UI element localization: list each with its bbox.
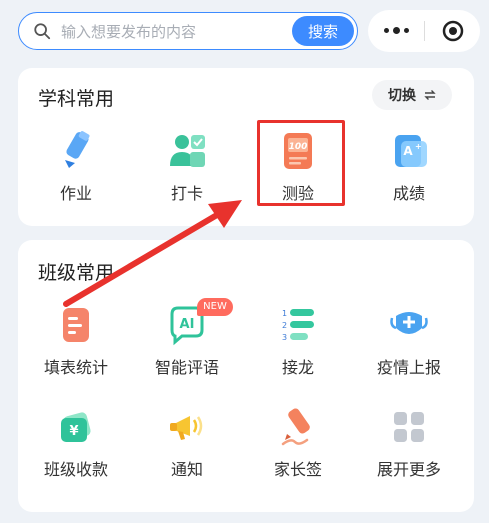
switch-button[interactable]: 切换 (372, 80, 452, 110)
class-item-payment[interactable]: ¥ 班级收款 (26, 406, 126, 480)
switch-label: 切换 (388, 88, 416, 104)
grid-more-icon (394, 412, 424, 442)
svg-text:2: 2 (282, 321, 287, 330)
subject-item-homework[interactable]: 作业 (26, 130, 126, 204)
subject-item-label: 成绩 (392, 184, 425, 203)
svg-text:1: 1 (282, 309, 287, 318)
class-item-ai-comment[interactable]: AI 智能评语 NEW (137, 298, 237, 378)
class-item-relay[interactable]: 1 2 3 接龙 (248, 304, 348, 378)
class-item-label: 家长签 (273, 460, 322, 479)
svg-text:+: + (415, 142, 422, 151)
close-target-icon[interactable] (425, 20, 480, 42)
class-item-parent-sign[interactable]: 家长签 (248, 406, 348, 480)
subject-item-label: 作业 (59, 184, 92, 203)
top-bar: 输入想要发布的内容 搜索 (0, 0, 489, 60)
form-icon (63, 308, 89, 342)
subject-common-card: 学科常用 切换 作业 打卡 100 测验 A + 成绩 (18, 68, 474, 226)
class-item-notice[interactable]: 通知 (137, 406, 237, 480)
signature-pen-icon (281, 408, 310, 446)
class-item-label: 展开更多 (376, 460, 441, 479)
class-section-title: 班级常用 (38, 262, 115, 284)
svg-text:3: 3 (282, 333, 287, 342)
checkin-user-icon (170, 135, 205, 167)
search-button[interactable]: 搜索 (292, 16, 354, 46)
new-badge-text: NEW (203, 301, 227, 312)
svg-text:¥: ¥ (69, 424, 78, 439)
subject-item-label: 打卡 (170, 184, 203, 203)
megaphone-icon (170, 416, 203, 440)
search-bar[interactable]: 输入想要发布的内容 搜索 (18, 12, 358, 50)
class-item-label: 智能评语 (154, 358, 219, 377)
subject-item-grades[interactable]: A + 成绩 (359, 130, 459, 204)
class-item-label: 疫情上报 (376, 358, 441, 377)
class-item-label: 班级收款 (43, 460, 108, 479)
class-item-expand-more[interactable]: 展开更多 (359, 406, 459, 480)
class-item-label: 接龙 (281, 358, 314, 377)
more-menu-icon[interactable] (368, 27, 424, 34)
svg-text:AI: AI (180, 317, 195, 332)
class-item-form-stats[interactable]: 填表统计 (26, 304, 126, 378)
pencil-icon (65, 131, 90, 168)
payment-icon: ¥ (61, 412, 91, 442)
grade-report-icon: A + (395, 135, 427, 167)
class-item-epidemic-report[interactable]: 疫情上报 (359, 304, 459, 378)
subject-section-title: 学科常用 (38, 88, 115, 110)
mini-program-capsule (368, 10, 480, 52)
highlight-box (257, 120, 345, 206)
class-common-card: 班级常用 填表统计 AI 智能评语 NEW 1 2 3 接龙 疫情上报 ¥ 班级… (18, 240, 474, 512)
mask-report-icon (390, 312, 428, 334)
search-icon (34, 23, 51, 40)
class-item-label: 填表统计 (43, 358, 108, 377)
subject-item-checkin[interactable]: 打卡 (137, 130, 237, 204)
class-item-label: 通知 (170, 460, 203, 479)
new-badge: NEW (197, 298, 233, 316)
swap-icon (424, 90, 436, 100)
numbered-list-icon: 1 2 3 (282, 309, 314, 342)
svg-text:A: A (403, 144, 413, 158)
